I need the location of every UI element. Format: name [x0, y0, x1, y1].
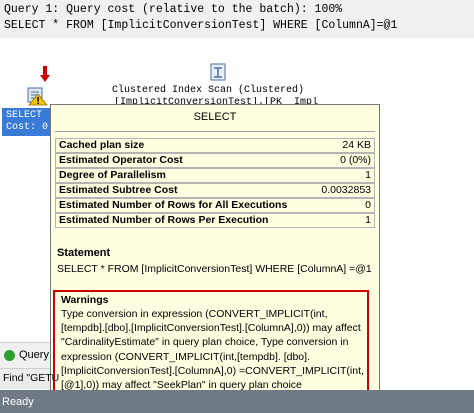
query-cost-line: Query 1: Query cost (relative to the bat…	[4, 3, 343, 16]
property-key: Estimated Number of Rows Per Execution	[59, 214, 269, 226]
property-row: Degree of Parallelism 1	[55, 168, 375, 183]
property-value: 1	[365, 214, 371, 226]
status-bar: Ready	[0, 390, 474, 413]
property-row: Estimated Number of Rows for All Executi…	[55, 198, 375, 213]
warning-arrow-icon	[40, 66, 50, 82]
select-node-label: SELECT	[6, 110, 43, 121]
property-key: Cached plan size	[59, 139, 145, 151]
statement-label: Statement	[57, 247, 111, 259]
query-text-line: SELECT * FROM [ImplicitConversionTest] W…	[4, 19, 398, 32]
property-row: Estimated Subtree Cost 0.0032853	[55, 183, 375, 198]
tooltip-separator	[55, 131, 375, 132]
property-key: Estimated Number of Rows for All Executi…	[59, 199, 288, 211]
warnings-text: Type conversion in expression (CONVERT_I…	[61, 308, 364, 392]
select-node-cost: Cost: 0	[6, 122, 49, 133]
property-row: Cached plan size 24 KB	[55, 138, 375, 153]
property-key: Degree of Parallelism	[59, 169, 166, 181]
warnings-label: Warnings	[61, 294, 109, 306]
property-value: 0	[365, 199, 371, 211]
status-text: Ready	[2, 396, 34, 408]
property-value: 24 KB	[342, 139, 371, 151]
clustered-index-scan-icon[interactable]	[208, 62, 228, 82]
find-bar[interactable]: Find "GETU	[0, 368, 59, 389]
property-row: Estimated Operator Cost 0 (0%)	[55, 153, 375, 168]
property-value: 1	[365, 169, 371, 181]
property-key: Estimated Operator Cost	[59, 154, 183, 166]
tooltip-title: SELECT	[193, 111, 237, 123]
property-key: Estimated Subtree Cost	[59, 184, 178, 196]
property-value: 0.0032853	[321, 184, 371, 196]
statement-text: SELECT * FROM [ImplicitConversionTest] W…	[57, 263, 372, 275]
find-text: Find "GETU	[3, 372, 60, 384]
select-properties-tooltip: SELECT Cached plan size 24 KB Estimated …	[50, 104, 380, 412]
property-value: 0 (0%)	[340, 154, 371, 166]
messages-tab[interactable]: Query	[0, 342, 50, 369]
scan-node-label: Clustered Index Scan (Clustered)	[112, 85, 305, 96]
select-warning-icon[interactable]	[26, 84, 48, 106]
query-header: Query 1: Query cost (relative to the bat…	[0, 0, 474, 38]
success-check-icon	[4, 350, 15, 361]
select-node[interactable]: SELECT Cost: 0	[2, 108, 56, 136]
messages-tab-label: Query	[19, 349, 49, 361]
property-row: Estimated Number of Rows Per Execution 1	[55, 213, 375, 228]
